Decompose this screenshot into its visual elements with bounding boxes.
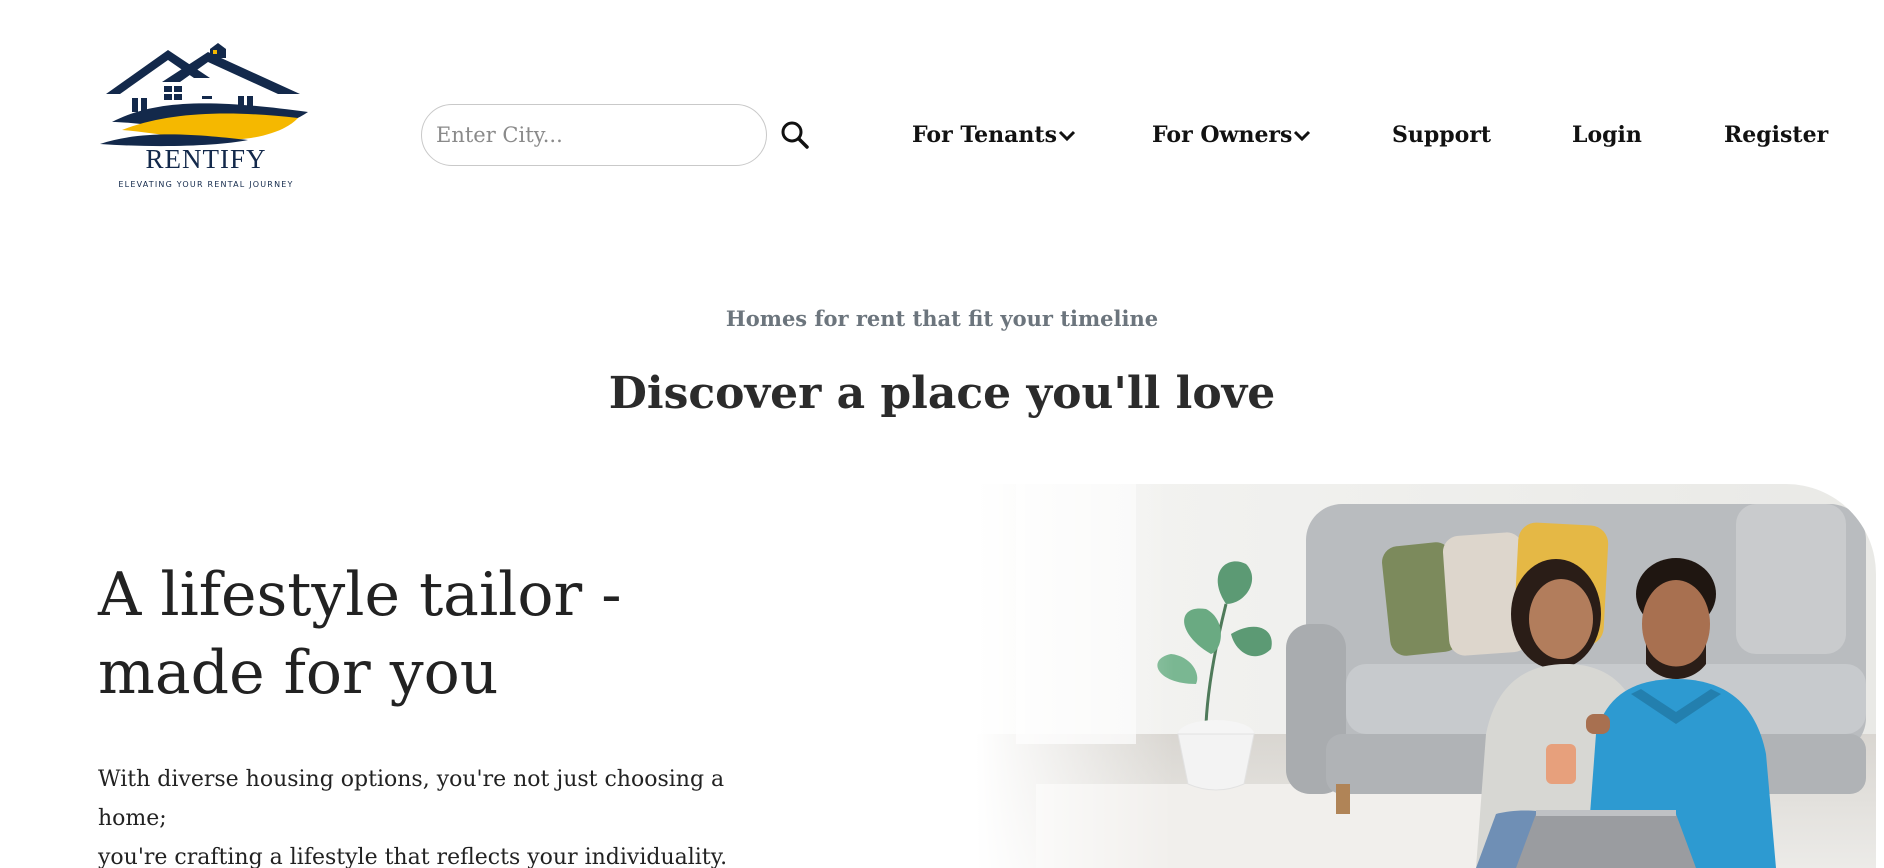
site-header: RENTIFY ELEVATING YOUR RENTAL JOURNEY Fo… bbox=[0, 0, 1884, 200]
lifestyle-desc-line-1: With diverse housing options, you're not… bbox=[98, 767, 725, 792]
lifestyle-title-line-1: A lifestyle tailor - bbox=[98, 560, 622, 630]
nav-for-tenants-label: For Tenants bbox=[912, 122, 1057, 148]
lifestyle-desc-line-2: home; bbox=[98, 806, 167, 831]
city-search-input[interactable] bbox=[421, 104, 767, 166]
nav-for-tenants[interactable]: For Tenants bbox=[912, 118, 1076, 152]
nav-support[interactable]: Support bbox=[1392, 118, 1491, 152]
chevron-down-icon bbox=[1058, 130, 1076, 142]
hero-heading: Discover a place you'll love bbox=[608, 368, 1276, 419]
nav-login[interactable]: Login bbox=[1572, 118, 1642, 152]
hero-eyebrow: Homes for rent that fit your timeline bbox=[725, 306, 1159, 331]
lifestyle-description: With diverse housing options, you're not… bbox=[98, 760, 738, 868]
couple-on-sofa-with-laptop-image bbox=[976, 484, 1876, 868]
logo-tagline: ELEVATING YOUR RENTAL JOURNEY bbox=[118, 180, 294, 189]
nav-for-owners[interactable]: For Owners bbox=[1152, 118, 1311, 152]
nav-register[interactable]: Register bbox=[1724, 118, 1828, 152]
chevron-down-icon bbox=[1294, 130, 1311, 142]
rentify-logo[interactable]: RENTIFY ELEVATING YOUR RENTAL JOURNEY bbox=[98, 40, 314, 192]
logo-wordmark: RENTIFY bbox=[145, 144, 267, 174]
search-button[interactable] bbox=[778, 118, 812, 152]
lifestyle-title-line-2: made for you bbox=[98, 638, 499, 708]
house-logo-icon bbox=[100, 43, 308, 147]
lifestyle-title: A lifestyle tailor - made for you bbox=[98, 556, 738, 712]
lifestyle-desc-line-3: you're crafting a lifestyle that reflect… bbox=[98, 845, 728, 868]
search-icon bbox=[781, 121, 809, 149]
nav-for-owners-label: For Owners bbox=[1152, 122, 1293, 148]
